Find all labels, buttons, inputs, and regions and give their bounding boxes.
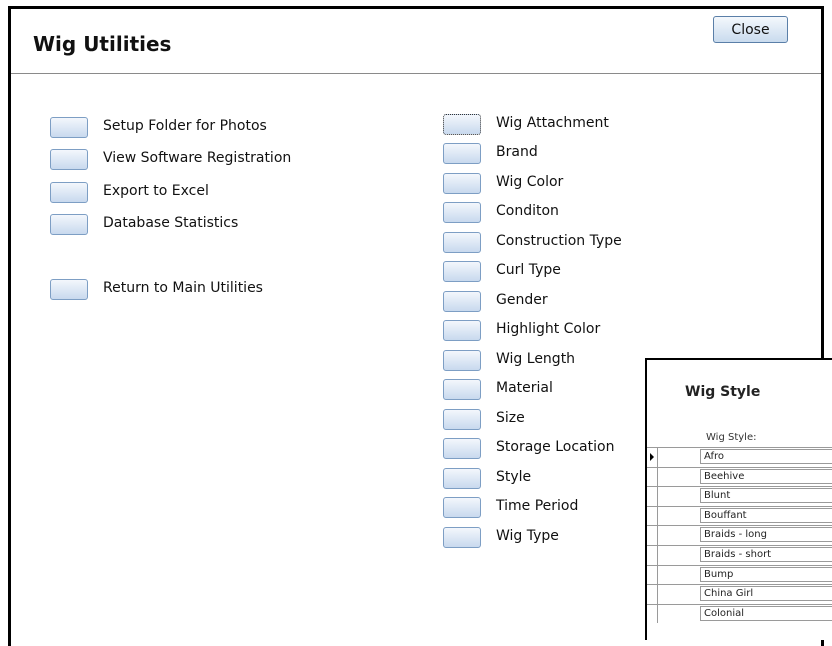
table-row[interactable]: Bump bbox=[647, 564, 832, 585]
curl-type-button[interactable] bbox=[443, 261, 481, 282]
table-row[interactable]: China Girl bbox=[647, 584, 832, 604]
wig-style-cell[interactable]: China Girl bbox=[700, 586, 832, 602]
wig-style-column-label: Wig Style: bbox=[706, 432, 757, 443]
table-row[interactable]: Bouffant bbox=[647, 505, 832, 526]
wig-style-grid: Afro Beehive Blunt Bouffant Braids - lon… bbox=[647, 447, 832, 624]
material-label: Material bbox=[496, 380, 553, 396]
highlight-color-label: Highlight Color bbox=[496, 321, 601, 337]
close-button[interactable]: Close bbox=[713, 16, 788, 43]
current-record-icon bbox=[650, 453, 654, 461]
record-selector[interactable] bbox=[647, 506, 658, 526]
wig-style-title: Wig Style bbox=[685, 384, 761, 400]
wig-style-cell[interactable]: Colonial bbox=[700, 605, 832, 621]
record-selector[interactable] bbox=[647, 526, 658, 545]
record-selector[interactable] bbox=[647, 467, 658, 487]
size-button[interactable] bbox=[443, 409, 481, 430]
setup-folder-label: Setup Folder for Photos bbox=[103, 118, 267, 134]
gender-label: Gender bbox=[496, 292, 548, 308]
size-label: Size bbox=[496, 410, 525, 426]
wig-style-cell[interactable]: Bouffant bbox=[700, 507, 832, 523]
view-registration-button[interactable] bbox=[50, 149, 88, 170]
record-selector[interactable] bbox=[647, 545, 658, 565]
highlight-color-button[interactable] bbox=[443, 320, 481, 341]
gender-button[interactable] bbox=[443, 291, 481, 312]
curl-type-label: Curl Type bbox=[496, 262, 561, 278]
export-excel-label: Export to Excel bbox=[103, 183, 209, 199]
record-selector[interactable] bbox=[647, 448, 658, 467]
wig-color-button[interactable] bbox=[443, 173, 481, 194]
construction-type-label: Construction Type bbox=[496, 233, 622, 249]
time-period-button[interactable] bbox=[443, 497, 481, 518]
construction-type-button[interactable] bbox=[443, 232, 481, 253]
wig-style-cell[interactable]: Beehive bbox=[700, 468, 832, 484]
export-excel-button[interactable] bbox=[50, 182, 88, 203]
storage-location-button[interactable] bbox=[443, 438, 481, 459]
table-row[interactable]: Beehive bbox=[647, 466, 832, 487]
condition-button[interactable] bbox=[443, 202, 481, 223]
style-button[interactable] bbox=[443, 468, 481, 489]
wig-type-label: Wig Type bbox=[496, 528, 559, 544]
record-selector[interactable] bbox=[647, 565, 658, 585]
style-label: Style bbox=[496, 469, 532, 485]
wig-style-cell[interactable]: Afro bbox=[700, 449, 832, 464]
table-row[interactable]: Afro bbox=[647, 447, 832, 467]
view-registration-label: View Software Registration bbox=[103, 150, 292, 166]
database-statistics-label: Database Statistics bbox=[103, 215, 239, 231]
table-row[interactable]: Braids - short bbox=[647, 544, 832, 565]
record-selector[interactable] bbox=[647, 604, 658, 624]
table-row[interactable]: Blunt bbox=[647, 486, 832, 506]
window-title: Wig Utilities bbox=[33, 32, 172, 56]
wig-style-cell[interactable]: Blunt bbox=[700, 488, 832, 504]
wig-attachment-button[interactable] bbox=[443, 114, 481, 135]
wig-style-cell[interactable]: Braids - long bbox=[700, 527, 832, 543]
record-selector[interactable] bbox=[647, 487, 658, 506]
window-header: Wig Utilities Close bbox=[11, 9, 821, 74]
return-main-utilities-button[interactable] bbox=[50, 279, 88, 300]
wig-length-button[interactable] bbox=[443, 350, 481, 371]
brand-label: Brand bbox=[496, 144, 538, 160]
setup-folder-button[interactable] bbox=[50, 117, 88, 138]
condition-label: Conditon bbox=[496, 203, 559, 219]
storage-location-label: Storage Location bbox=[496, 439, 615, 455]
time-period-label: Time Period bbox=[496, 498, 579, 514]
database-statistics-button[interactable] bbox=[50, 214, 88, 235]
table-row[interactable]: Colonial bbox=[647, 603, 832, 624]
wig-color-label: Wig Color bbox=[496, 174, 564, 190]
table-row[interactable]: Braids - long bbox=[647, 525, 832, 545]
wig-style-window: Wig Style Wig Style: Afro Beehive Blunt … bbox=[645, 358, 832, 640]
brand-button[interactable] bbox=[443, 143, 481, 164]
wig-length-label: Wig Length bbox=[496, 351, 576, 367]
wig-type-button[interactable] bbox=[443, 527, 481, 548]
material-button[interactable] bbox=[443, 379, 481, 400]
wig-attachment-label: Wig Attachment bbox=[496, 115, 609, 131]
return-main-utilities-label: Return to Main Utilities bbox=[103, 280, 263, 296]
wig-style-cell[interactable]: Braids - short bbox=[700, 546, 832, 562]
record-selector[interactable] bbox=[647, 585, 658, 604]
wig-style-cell[interactable]: Bump bbox=[700, 566, 832, 582]
